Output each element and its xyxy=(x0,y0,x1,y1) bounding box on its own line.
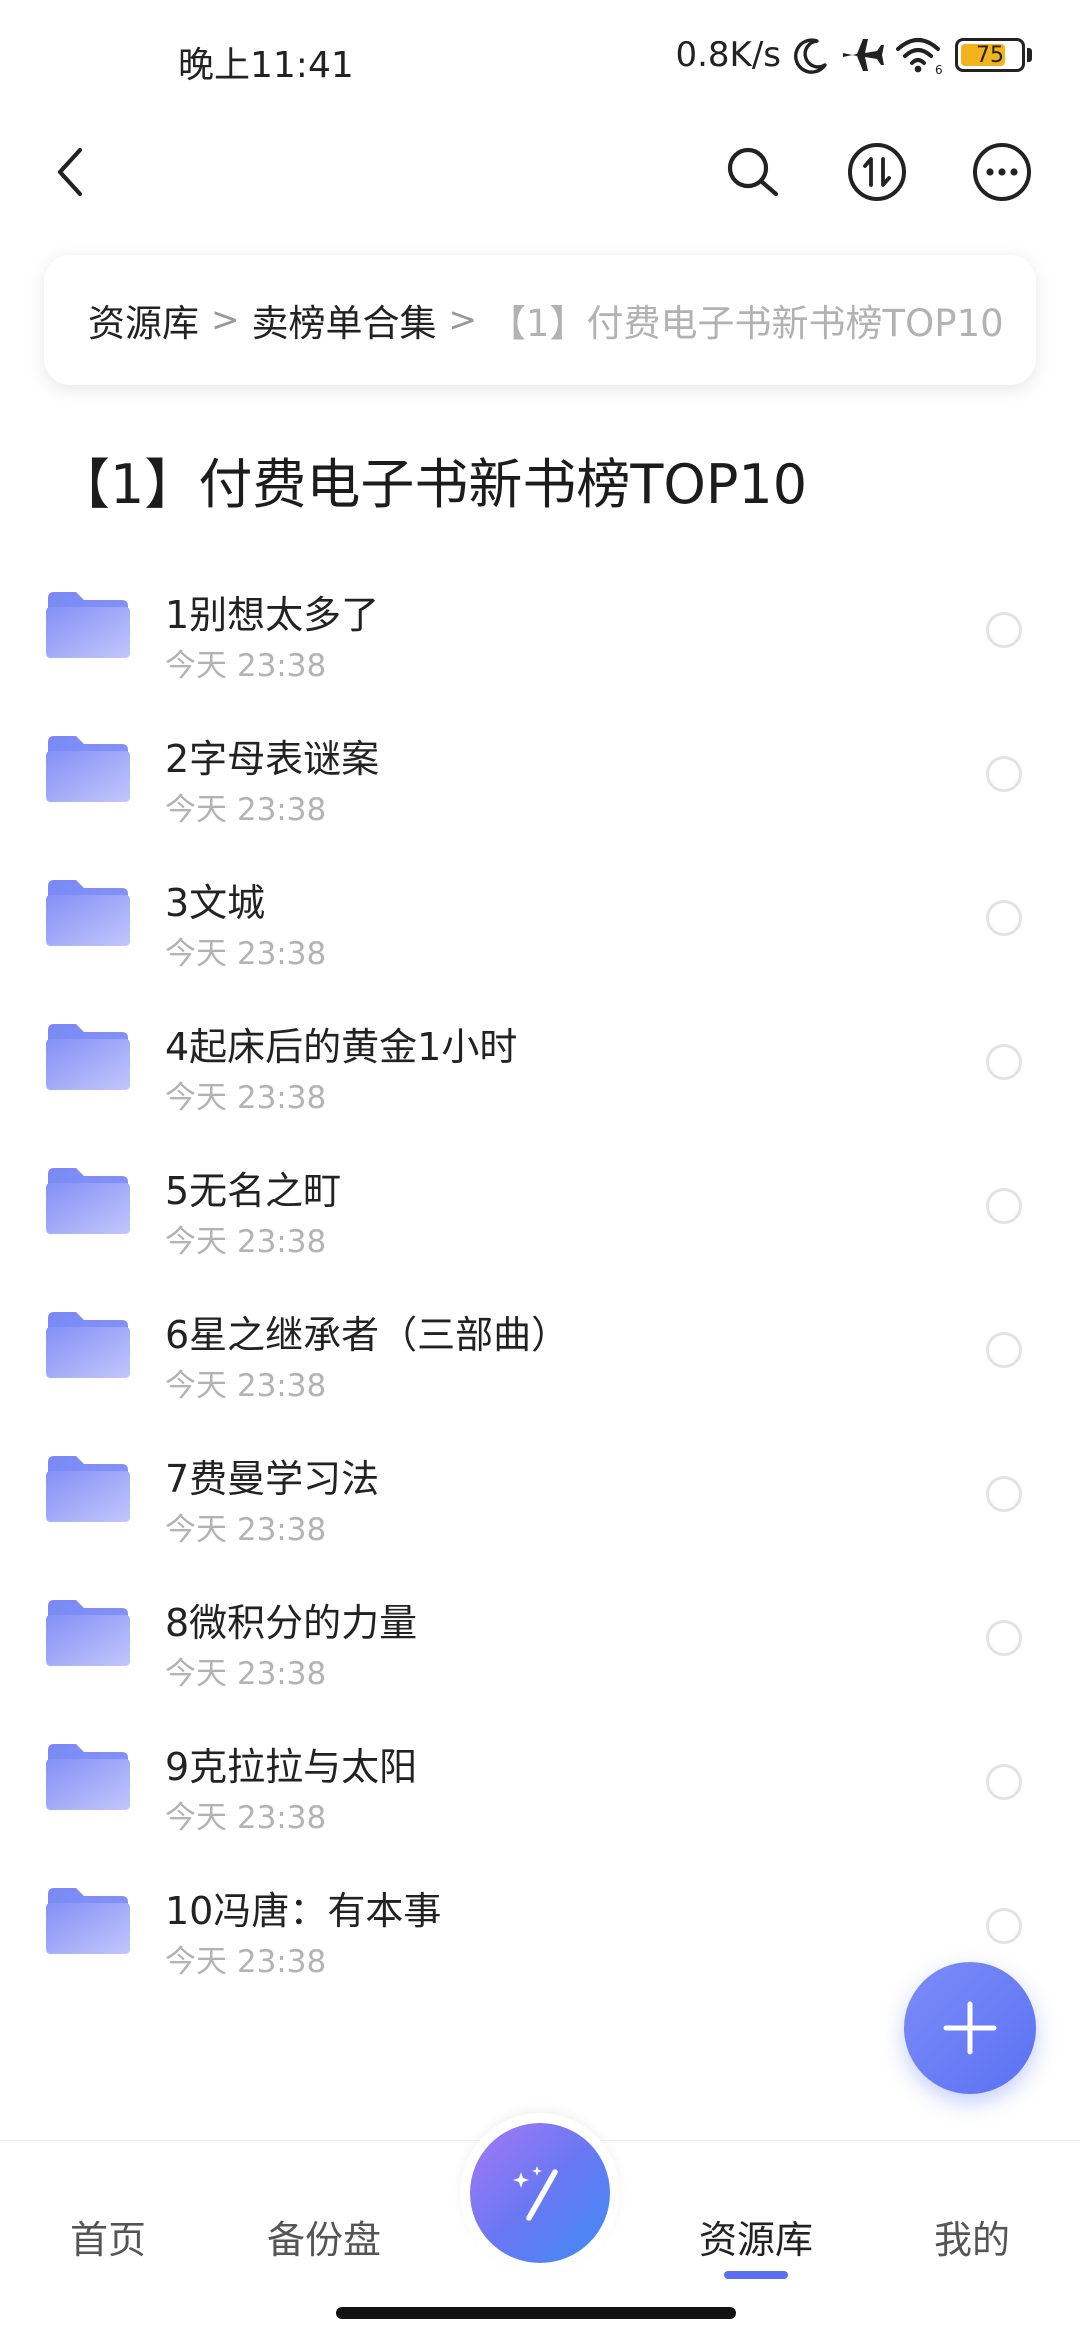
file-row[interactable]: 4起床后的黄金1小时 今天 23:38 xyxy=(0,992,1080,1136)
folder-icon xyxy=(44,1742,132,1812)
svg-text:6: 6 xyxy=(935,63,943,75)
file-row[interactable]: 3文城 今天 23:38 xyxy=(0,848,1080,992)
breadcrumb: 资源库 > 卖榜单合集 > 【1】付费电子书新书榜TOP10 xyxy=(44,255,1036,385)
file-date: 今天 23:38 xyxy=(165,792,327,828)
folder-icon xyxy=(44,1166,132,1236)
plus-icon xyxy=(943,2001,997,2055)
breadcrumb-item-current: 【1】付费电子书新书榜TOP10 xyxy=(489,302,1004,345)
wifi-icon: 6 xyxy=(896,38,943,75)
folder-icon xyxy=(44,878,132,948)
folder-icon xyxy=(44,734,132,804)
select-checkbox[interactable] xyxy=(986,1044,1022,1080)
select-checkbox[interactable] xyxy=(986,1188,1022,1224)
file-date: 今天 23:38 xyxy=(165,1368,327,1404)
file-row[interactable]: 5无名之町 今天 23:38 xyxy=(0,1136,1080,1280)
select-checkbox[interactable] xyxy=(986,900,1022,936)
file-date: 今天 23:38 xyxy=(165,648,327,684)
file-date: 今天 23:38 xyxy=(165,1512,327,1548)
file-row[interactable]: 2字母表谜案 今天 23:38 xyxy=(0,704,1080,848)
file-date: 今天 23:38 xyxy=(165,1800,327,1836)
back-button[interactable] xyxy=(40,140,104,204)
battery-level: 75 xyxy=(976,42,1004,68)
folder-icon xyxy=(44,1310,132,1380)
file-list: 1别想太多了 今天 23:38 2字母表谜案 今天 23:38 3文城 今天 2… xyxy=(0,560,1080,2000)
file-name: 4起床后的黄金1小时 xyxy=(165,1025,518,1069)
breadcrumb-item-collection[interactable]: 卖榜单合集 xyxy=(252,293,437,347)
file-name: 2字母表谜案 xyxy=(165,737,380,781)
file-row[interactable]: 7费曼学习法 今天 23:38 xyxy=(0,1424,1080,1568)
file-name: 7费曼学习法 xyxy=(165,1457,380,1501)
select-checkbox[interactable] xyxy=(986,1620,1022,1656)
breadcrumb-separator: > xyxy=(211,300,240,340)
moon-icon xyxy=(794,38,827,74)
sort-button[interactable] xyxy=(845,140,909,204)
tab-backup[interactable]: 备份盘 xyxy=(267,2209,381,2264)
folder-icon xyxy=(44,1886,132,1956)
file-name: 5无名之町 xyxy=(165,1169,342,1213)
battery-icon: 75 xyxy=(955,38,1025,72)
file-row[interactable]: 8微积分的力量 今天 23:38 xyxy=(0,1568,1080,1712)
back-arrow-icon xyxy=(57,147,83,197)
folder-icon xyxy=(44,590,132,660)
folder-icon xyxy=(44,1598,132,1668)
file-date: 今天 23:38 xyxy=(165,936,327,972)
select-checkbox[interactable] xyxy=(986,1908,1022,1944)
breadcrumb-item-resource-library[interactable]: 资源库 xyxy=(88,293,199,347)
select-checkbox[interactable] xyxy=(986,756,1022,792)
file-name: 6星之继承者（三部曲） xyxy=(165,1313,570,1357)
tab-home[interactable]: 首页 xyxy=(70,2209,146,2264)
search-icon xyxy=(727,147,779,197)
file-date: 今天 23:38 xyxy=(165,1080,327,1116)
file-row[interactable]: 6星之继承者（三部曲） 今天 23:38 xyxy=(0,1280,1080,1424)
select-checkbox[interactable] xyxy=(986,612,1022,648)
file-row[interactable]: 10冯唐：有本事 今天 23:38 xyxy=(0,1856,1080,2000)
sort-icon xyxy=(848,143,906,201)
tab-resource-library[interactable]: 资源库 xyxy=(699,2209,813,2264)
folder-icon xyxy=(44,1454,132,1524)
magic-button[interactable] xyxy=(470,2123,610,2263)
file-date: 今天 23:38 xyxy=(165,1944,327,1980)
status-time: 晚上11:41 xyxy=(178,45,354,86)
folder-icon xyxy=(44,1022,132,1092)
airplane-icon xyxy=(843,39,884,71)
select-checkbox[interactable] xyxy=(986,1332,1022,1368)
search-button[interactable] xyxy=(720,140,784,204)
file-row[interactable]: 1别想太多了 今天 23:38 xyxy=(0,560,1080,704)
file-name: 3文城 xyxy=(165,881,266,925)
network-speed: 0.8K/s xyxy=(675,35,781,75)
battery-tip xyxy=(1027,48,1032,62)
file-row[interactable]: 9克拉拉与太阳 今天 23:38 xyxy=(0,1712,1080,1856)
bottom-nav: 首页 备份盘 资源库 我的 xyxy=(0,2113,1080,2340)
file-name: 10冯唐：有本事 xyxy=(165,1889,442,1933)
more-icon xyxy=(973,143,1031,201)
status-indicators: 0.8K/s 6 75 xyxy=(675,30,1032,80)
file-date: 今天 23:38 xyxy=(165,1224,327,1260)
file-name: 1别想太多了 xyxy=(165,593,380,637)
select-checkbox[interactable] xyxy=(986,1476,1022,1512)
status-bar: 晚上11:41 0.8K/s 6 75 xyxy=(0,0,1080,120)
file-name: 8微积分的力量 xyxy=(165,1601,418,1645)
top-nav xyxy=(0,120,1080,220)
breadcrumb-separator: > xyxy=(448,300,478,340)
more-button[interactable] xyxy=(970,140,1034,204)
home-indicator[interactable] xyxy=(336,2307,736,2319)
file-name: 9克拉拉与太阳 xyxy=(165,1745,418,1789)
active-tab-indicator xyxy=(724,2271,788,2279)
add-button[interactable] xyxy=(904,1962,1036,2094)
magic-wand-icon xyxy=(513,2166,558,2221)
file-date: 今天 23:38 xyxy=(165,1656,327,1692)
select-checkbox[interactable] xyxy=(986,1764,1022,1800)
page-title: 【1】付费电子书新书榜TOP10 xyxy=(56,453,808,516)
tab-mine[interactable]: 我的 xyxy=(934,2209,1010,2264)
